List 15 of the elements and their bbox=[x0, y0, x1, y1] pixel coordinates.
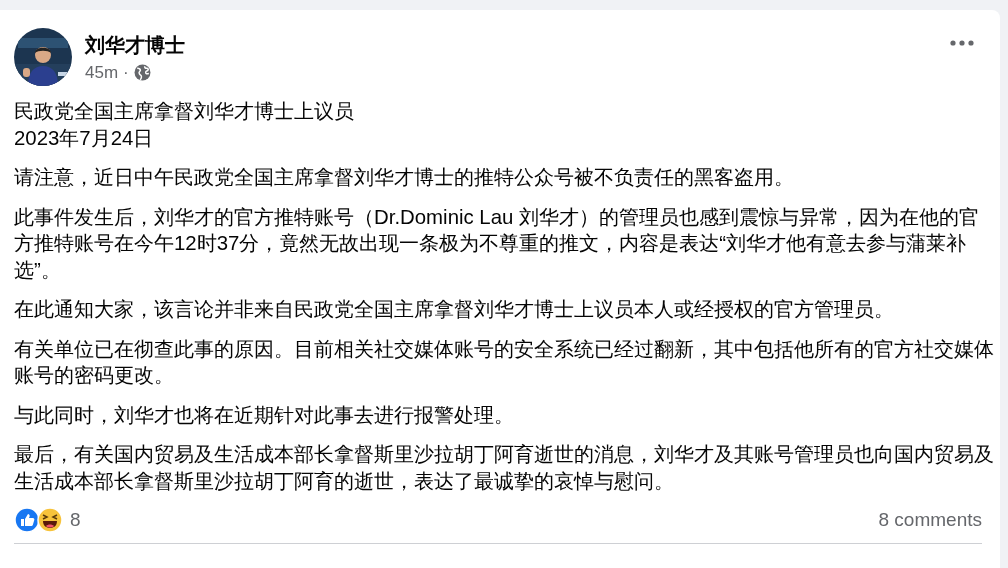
more-options-icon[interactable] bbox=[950, 40, 974, 46]
post-paragraph: 与此同时，刘华才也将在近期针对此事去进行报警处理。 bbox=[14, 402, 515, 428]
post-heading-line: 民政党全国主席拿督刘华才博士上议员 bbox=[14, 99, 355, 124]
author-name[interactable]: 刘华才博士 bbox=[85, 31, 185, 59]
comments-link[interactable]: 8 comments bbox=[878, 509, 982, 531]
separator-dot: · bbox=[123, 62, 129, 83]
post-time[interactable]: 45m bbox=[85, 62, 119, 83]
post-paragraph: 在此通知大家，该言论并非来自民政党全国主席拿督刘华才博士上议员本人或经授权的官方管理员。 bbox=[14, 297, 895, 322]
reaction-count[interactable]: 8 bbox=[70, 509, 81, 531]
post-paragraph: 有关单位已在彻查此事的原因。目前相关社交媒体账号的安全系统已经过翻新，其中包括他所有的官方社交媒体账号的密码更改。 bbox=[14, 336, 994, 388]
post-paragraph: 请注意，近日中午民政党全国主席拿督刘华才博士的推特公众号被不负责任的黑客盗用。 bbox=[14, 165, 795, 190]
post-paragraph: 此事件发生后，刘华才的官方推特账号（Dr.Dominic Lau 刘华才）的管理员也感到震惊与异常，因为在他的官方推特账号在今午12时37分，竟然无故出现一条极为不尊重的推文，内容是表达“刘华才他有意去参与蒲莱补选”。 bbox=[14, 204, 981, 283]
globe-icon bbox=[133, 64, 151, 81]
post-paragraph: 最后，有关国内贸易及生活成本部长拿督斯里沙拉胡丁阿育逝世的消息，刘华才及其账号管理员也向国内贸易及生活成本部长拿督斯里沙拉胡丁阿育的逝世，表达了最诚挚的哀悼与慰问。 bbox=[14, 442, 994, 494]
post-heading-line: 2023年7月24日 bbox=[14, 125, 155, 151]
